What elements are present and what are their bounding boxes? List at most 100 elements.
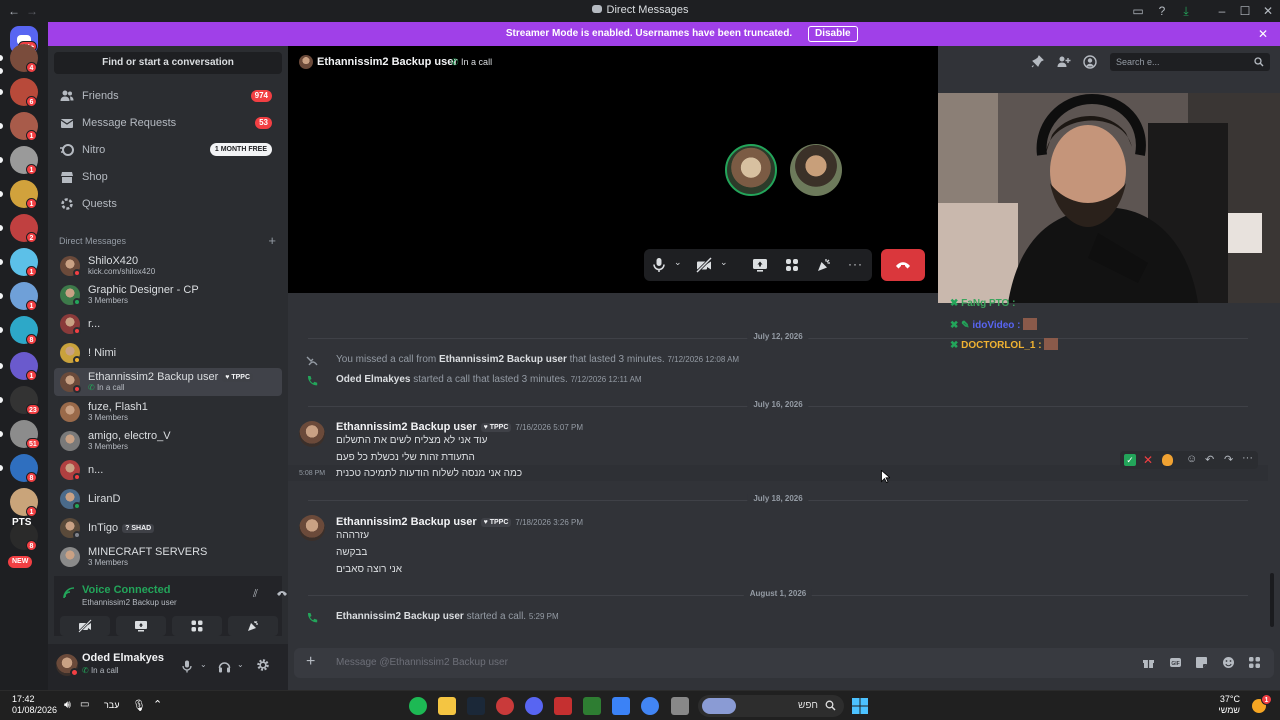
app-icon[interactable] (671, 697, 689, 715)
call-participant-avatar[interactable] (790, 144, 842, 196)
noise-suppression-icon[interactable]: ⫽ (253, 588, 258, 601)
app-icon[interactable] (496, 697, 514, 715)
chevron-down-icon[interactable]: ⌄ (200, 660, 207, 669)
steam-app-icon[interactable] (467, 697, 485, 715)
emoji-icon[interactable] (1222, 656, 1236, 670)
gift-icon[interactable] (1142, 656, 1156, 670)
hang-up-button[interactable] (881, 249, 925, 281)
pin-icon[interactable] (1031, 55, 1045, 69)
close-icon[interactable]: ✕ (1258, 27, 1268, 41)
camera-off-icon[interactable] (696, 257, 712, 273)
spotify-app-icon[interactable] (409, 697, 427, 715)
create-dm-plus-icon[interactable]: + (268, 233, 276, 248)
chevron-down-icon[interactable]: ⌄ (674, 257, 690, 273)
fire-reaction-icon[interactable] (1162, 454, 1173, 466)
dm-item[interactable]: Graphic Designer - CP 3 Members (54, 281, 282, 309)
dm-recipient-name[interactable]: Ethannissim2 Backup user (317, 56, 458, 68)
unread-pip (0, 123, 3, 129)
microphone-icon[interactable] (652, 257, 668, 273)
dm-item[interactable]: ! Nimi (54, 339, 282, 367)
search-icon (825, 700, 836, 711)
screen-share-button[interactable] (116, 616, 166, 636)
chevron-down-icon[interactable]: ⌄ (720, 257, 736, 273)
dm-name: Graphic Designer - CP (88, 284, 199, 296)
reply-icon[interactable]: ↶ (1205, 453, 1214, 466)
message-input[interactable]: Message @Ethannissim2 Backup user (336, 657, 508, 668)
avatar[interactable] (299, 515, 325, 541)
camera-off-button[interactable] (60, 616, 110, 636)
chrome-app-icon[interactable] (641, 697, 659, 715)
server-icon[interactable]: PTS (12, 517, 31, 528)
emote-icon (1023, 318, 1038, 330)
nav-friends[interactable]: Friends 974 (54, 84, 282, 108)
microphone-icon[interactable]: 🎙︎ (132, 699, 146, 712)
more-options-icon[interactable]: ··· (848, 257, 864, 273)
chevron-up-icon[interactable]: ⌃ (153, 698, 162, 711)
network-icon[interactable]: ▭ (80, 699, 89, 710)
download-icon[interactable]: ⤓ (1178, 3, 1194, 19)
headphones-icon[interactable] (218, 660, 231, 673)
dm-item[interactable]: MINECRAFT SERVERS 3 Members (54, 543, 282, 571)
activities-button[interactable] (172, 616, 222, 636)
voice-status[interactable]: Voice Connected (82, 584, 170, 596)
find-conversation-input[interactable]: Find or start a conversation (54, 52, 282, 74)
minimize-icon[interactable]: – (1214, 3, 1230, 19)
forward-icon[interactable]: ↷ (1224, 453, 1233, 466)
gif-icon[interactable]: GIF (1169, 656, 1183, 670)
add-attachment-icon[interactable]: + (306, 653, 315, 671)
weather-widget[interactable]: 37°C שמשי (1218, 694, 1240, 716)
sticker-icon[interactable] (1195, 656, 1209, 670)
help-icon[interactable]: ? (1154, 3, 1170, 19)
system-clock[interactable]: 17:42 01/08/2026 (12, 694, 57, 716)
phone-icon: ✆ (451, 57, 462, 67)
dm-item[interactable]: fuze, Flash1 3 Members (54, 398, 282, 426)
nav-shop[interactable]: Shop (54, 165, 282, 189)
search-input[interactable]: Search e... (1110, 53, 1270, 71)
server-badge: 8 (26, 334, 37, 345)
message-composer[interactable]: + Message @Ethannissim2 Backup user GIF (294, 648, 1274, 678)
microphone-icon[interactable] (182, 660, 192, 673)
app-icon[interactable] (554, 697, 572, 715)
mail-icon (60, 116, 74, 130)
disconnect-icon[interactable] (276, 588, 288, 598)
app-icon[interactable] (583, 697, 601, 715)
dm-item[interactable]: InTigo? SHAD (54, 514, 282, 542)
nav-quests[interactable]: Quests (54, 192, 282, 216)
windows-start-icon[interactable] (852, 698, 868, 714)
more-options-icon[interactable]: ··· (1242, 452, 1253, 464)
chevron-down-icon[interactable]: ⌄ (237, 660, 244, 669)
dm-item[interactable]: r... (54, 310, 282, 338)
discord-app-icon[interactable] (525, 697, 543, 715)
volume-icon[interactable]: 🔊︎ (64, 699, 71, 712)
maximize-icon[interactable]: ☐ (1237, 3, 1253, 19)
call-participant-avatar[interactable] (725, 144, 777, 196)
nav-message-requests[interactable]: Message Requests 53 (54, 111, 282, 135)
keyboard-language[interactable]: עבר (104, 700, 119, 710)
dm-item[interactable]: n... (54, 456, 282, 484)
soundboard-button[interactable] (228, 616, 278, 636)
add-friends-icon[interactable] (1057, 55, 1071, 69)
dm-name: MINECRAFT SERVERS (88, 546, 208, 558)
activities-icon[interactable] (784, 257, 800, 273)
scrollbar[interactable] (1270, 573, 1274, 627)
cross-reaction-icon[interactable]: ✕ (1143, 453, 1153, 467)
apps-icon[interactable] (1248, 656, 1262, 670)
disable-streamer-button[interactable]: Disable (808, 26, 858, 42)
file-explorer-icon[interactable] (438, 697, 456, 715)
soundboard-icon[interactable] (816, 257, 832, 273)
screen-share-icon[interactable] (752, 257, 768, 273)
inbox-icon[interactable]: ▭ (1130, 3, 1146, 19)
user-profile-icon[interactable] (1083, 55, 1097, 69)
avatar[interactable] (299, 421, 325, 447)
check-reaction-icon[interactable]: ✓ (1124, 454, 1136, 466)
dm-item[interactable]: LiranD (54, 485, 282, 513)
taskbar-search[interactable]: חפש (698, 695, 844, 717)
dm-item[interactable]: Ethannissim2 Backup user ♥ TPPC ✆ In a cal… (54, 368, 282, 396)
add-reaction-icon[interactable]: ☺ (1186, 453, 1197, 465)
dm-item[interactable]: ShiloX420 kick.com/shilox420 (54, 252, 282, 280)
settings-gear-icon[interactable] (256, 658, 270, 672)
app-grid-icon[interactable] (612, 697, 630, 715)
close-window-icon[interactable]: ✕ (1260, 3, 1276, 19)
dm-item[interactable]: amigo, electro_V 3 Members (54, 427, 282, 455)
nav-nitro[interactable]: Nitro 1 MONTH FREE (54, 138, 282, 162)
